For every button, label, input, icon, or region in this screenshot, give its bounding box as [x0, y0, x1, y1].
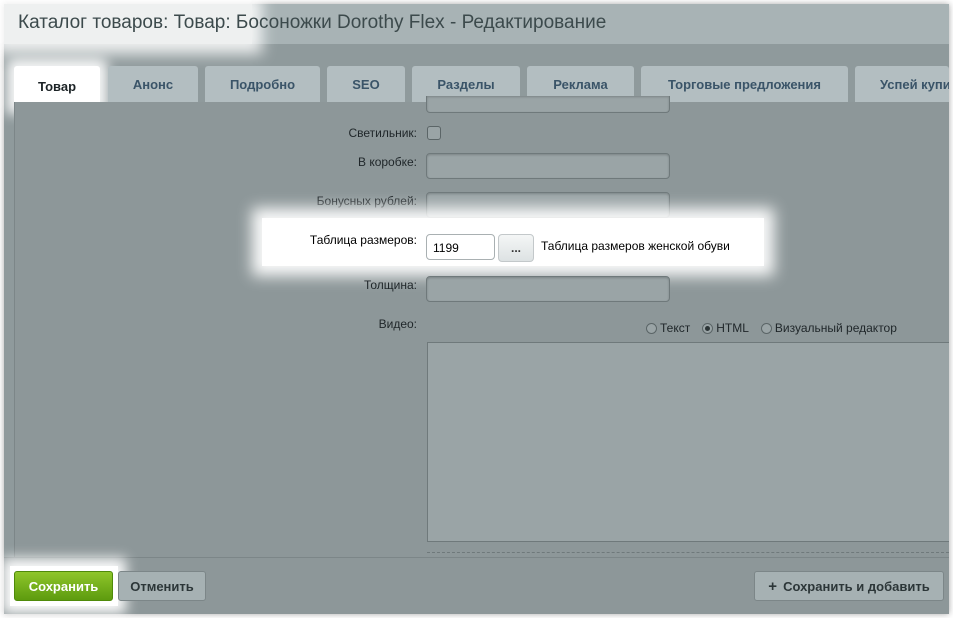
- box-label: В коробке:: [357, 155, 417, 169]
- size-table-browse-button[interactable]: ...: [498, 234, 534, 262]
- save-and-add-label: Сохранить и добавить: [783, 578, 930, 594]
- tab-label: SEO: [352, 76, 380, 92]
- size-table-input[interactable]: 1199: [426, 234, 495, 260]
- size-table-label: Таблица размеров:: [309, 233, 417, 247]
- save-button[interactable]: Сохранить: [14, 571, 113, 601]
- editor-mode-group: Текст HTML Визуальный редактор: [646, 321, 897, 335]
- radio-label: Текст: [660, 321, 691, 335]
- lamp-checkbox[interactable]: [427, 126, 441, 140]
- tab-details[interactable]: Подробно: [205, 66, 320, 102]
- tab-seo[interactable]: SEO: [327, 66, 405, 102]
- tab-label: Реклама: [553, 76, 608, 92]
- tab-label: Подробно: [229, 76, 296, 92]
- radio-label: HTML: [716, 321, 749, 335]
- editor-mode-text[interactable]: Текст: [646, 321, 690, 335]
- video-label: Видео:: [378, 317, 417, 331]
- bonus-input[interactable]: [426, 192, 670, 218]
- video-textarea[interactable]: [427, 342, 949, 542]
- divider: [427, 552, 949, 553]
- tab-announce[interactable]: Анонс: [108, 66, 198, 102]
- radio-icon[interactable]: [646, 322, 657, 334]
- tab-offers[interactable]: Торговые предложения: [641, 66, 848, 102]
- bonus-label: Бонусных рублей:: [316, 194, 417, 208]
- radio-checked-icon[interactable]: [702, 322, 714, 334]
- tab-label: Успей купить: [880, 76, 949, 92]
- tab-label: Торговые предложения: [668, 76, 821, 92]
- page-title: Каталог товаров: Товар: Босоножки Doroth…: [18, 12, 606, 34]
- radio-label: Визуальный редактор: [774, 321, 897, 335]
- tab-label: Разделы: [437, 76, 495, 92]
- thickness-input[interactable]: [426, 276, 670, 302]
- size-table-description: Таблица размеров женской обуви: [541, 239, 730, 253]
- radio-icon[interactable]: [760, 322, 772, 334]
- thickness-label: Толщина:: [363, 278, 417, 292]
- tab-product[interactable]: Товар: [14, 66, 100, 106]
- tab-label: Анонс: [132, 76, 174, 92]
- editor-mode-html[interactable]: HTML: [702, 321, 749, 335]
- cancel-button[interactable]: Отменить: [118, 571, 206, 601]
- plus-icon: +: [768, 577, 778, 595]
- editor-mode-visual[interactable]: Визуальный редактор: [760, 321, 897, 335]
- tab-label: Товар: [37, 78, 77, 94]
- tab-hurry-buy[interactable]: Успей купить: [855, 66, 949, 102]
- previous-field[interactable]: [426, 96, 670, 113]
- lamp-label: Светильник:: [348, 126, 417, 140]
- page-title-prefix: Каталог товаров: Товар:: [18, 12, 231, 33]
- save-and-add-button[interactable]: + Сохранить и добавить: [754, 571, 944, 601]
- box-input[interactable]: [426, 153, 670, 179]
- page-title-rest: Босоножки Dorothy Flex - Редактирование: [230, 12, 607, 33]
